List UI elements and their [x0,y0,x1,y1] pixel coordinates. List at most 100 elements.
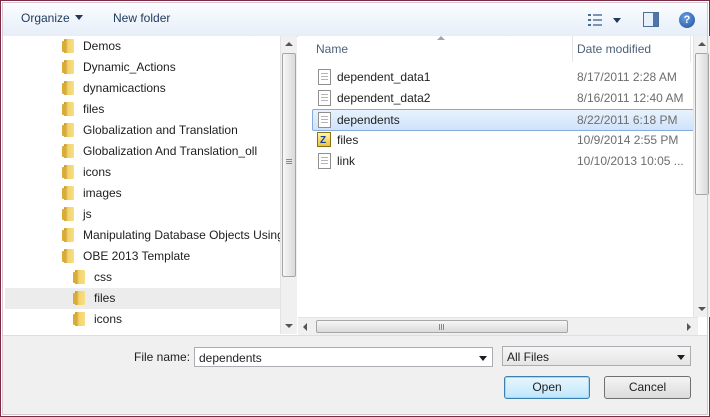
tree-item-label: Globalization And Translation_oll [83,144,258,158]
tree-item-label: OBE 2013 Template [83,249,191,263]
file-date: 10/10/2013 10:05 ... [577,154,684,168]
bottom-panel: File name: dependents All Files Open Can… [3,335,707,415]
folder-icon [62,39,74,53]
tree-item-js[interactable]: js [62,204,92,225]
tree-item-globalization-oll[interactable]: Globalization And Translation_oll [62,141,258,162]
folder-icon [73,312,85,326]
folder-icon [62,81,74,95]
folder-icon [62,186,74,200]
tree-item-label: files [94,291,116,305]
scroll-up-icon[interactable] [285,42,293,46]
file-row-files-zip[interactable]: files 10/9/2014 2:55 PM zip [313,130,709,151]
help-icon[interactable]: ? [679,12,695,28]
file-type-filter-value: All Files [507,350,550,364]
organize-label: Organize [21,11,70,25]
text-file-icon [318,69,331,85]
chevron-down-icon[interactable] [479,356,487,361]
tree-item-files-selected[interactable]: files [5,288,280,309]
tree-item-label: Manipulating Database Objects Using [83,228,280,242]
file-name: dependent_data1 [337,70,431,84]
file-row-dependent-data2[interactable]: dependent_data2 8/16/2011 12:40 AM Te [313,88,709,108]
tree-item-globalization[interactable]: Globalization and Translation [62,120,238,141]
scroll-down-icon[interactable] [698,307,706,311]
tree-item-manipulating-db[interactable]: Manipulating Database Objects Using [62,225,280,246]
tree-item-label: files [83,102,105,116]
folder-icon [62,165,74,179]
horizontal-scroll-thumb[interactable] [316,320,568,333]
file-name-input[interactable]: dependents [194,347,493,367]
tree-item-images[interactable]: images [62,183,122,204]
scroll-up-icon[interactable] [698,42,706,46]
file-name-label: File name: [134,350,191,364]
file-type-filter-select[interactable]: All Files [502,346,691,366]
text-file-icon [318,153,331,169]
tree-item-icons-sub[interactable]: icons [73,309,123,330]
column-header-name[interactable]: Name [316,41,348,63]
folder-icon [62,249,74,263]
organize-button[interactable]: Organize [21,11,83,25]
file-list: Name Date modified Ty dependent_data1 8/… [298,36,709,334]
column-separator[interactable] [690,36,691,62]
folder-icon [62,102,74,116]
tree-scroll-thumb[interactable] [282,53,296,277]
tree-item-label: icons [94,312,123,326]
file-name: dependent_data2 [337,91,431,105]
list-horizontal-scrollbar[interactable] [298,317,698,335]
tree-item-label: js [83,207,92,221]
tree-item-css[interactable]: css [73,267,112,288]
file-row-dependent-data1[interactable]: dependent_data1 8/17/2011 2:28 AM Te [313,67,709,87]
navigation-tree: Demos Dynamic_Actions dynamicactions fil… [3,36,280,334]
tree-item-label: css [94,270,112,284]
folder-icon [62,207,74,221]
tree-item-dynamicactions[interactable]: dynamicactions [62,78,166,99]
list-scroll-thumb[interactable] [695,53,709,195]
file-name: files [337,133,359,147]
tree-item-label: Demos [83,39,122,53]
tree-item-obe-2013-template[interactable]: OBE 2013 Template [62,246,191,267]
folder-icon [73,291,85,305]
tree-item-dynamic-actions[interactable]: Dynamic_Actions [62,57,176,78]
folder-icon [62,60,74,74]
file-date: 8/22/2011 6:18 PM [577,113,678,127]
file-name: dependents [337,113,400,127]
column-separator[interactable] [572,36,573,62]
tree-item-files[interactable]: files [62,99,105,120]
file-name: link [337,154,356,168]
new-folder-button[interactable]: New folder [113,11,170,25]
tree-item-demos[interactable]: Demos [62,36,122,57]
file-row-link[interactable]: link 10/10/2013 10:05 ... Te [313,151,709,171]
chevron-down-icon[interactable] [677,355,685,360]
text-file-icon [318,112,331,128]
folder-icon [62,144,74,158]
folder-icon [62,123,74,137]
preview-pane-icon[interactable] [643,12,659,27]
folder-icon [73,270,85,284]
open-button[interactable]: Open [504,376,590,399]
view-options-icon[interactable] [588,14,604,29]
scroll-right-icon[interactable] [687,323,691,331]
file-row-dependents-selected[interactable]: dependents 8/22/2011 6:18 PM SC [312,109,709,131]
sort-ascending-icon [437,36,445,40]
tree-item-label: icons [83,165,112,179]
tree-item-label: images [83,186,122,200]
file-date: 8/16/2011 12:40 AM [577,91,684,105]
text-file-icon [318,90,331,106]
file-open-dialog: Organize New folder ? Demos Dynamic_Acti… [0,0,710,417]
zip-file-icon [317,131,331,151]
chevron-down-icon [74,15,83,20]
list-vertical-scrollbar[interactable] [693,36,710,317]
scroll-left-icon[interactable] [303,323,307,331]
tree-item-label: dynamicactions [83,81,166,95]
tree-item-label: Globalization and Translation [83,123,238,137]
scroll-down-icon[interactable] [285,324,293,328]
cancel-button[interactable]: Cancel [604,376,691,399]
file-date: 8/17/2011 2:28 AM [577,70,677,84]
file-date: 10/9/2014 2:55 PM [577,133,679,147]
folder-icon [62,228,74,242]
file-name-value: dependents [199,351,262,365]
column-header-date-modified[interactable]: Date modified [577,41,651,63]
tree-item-label: Dynamic_Actions [83,60,176,74]
view-dropdown-icon[interactable] [613,18,621,23]
tree-vertical-scrollbar[interactable] [280,36,297,334]
tree-item-icons[interactable]: icons [62,162,112,183]
